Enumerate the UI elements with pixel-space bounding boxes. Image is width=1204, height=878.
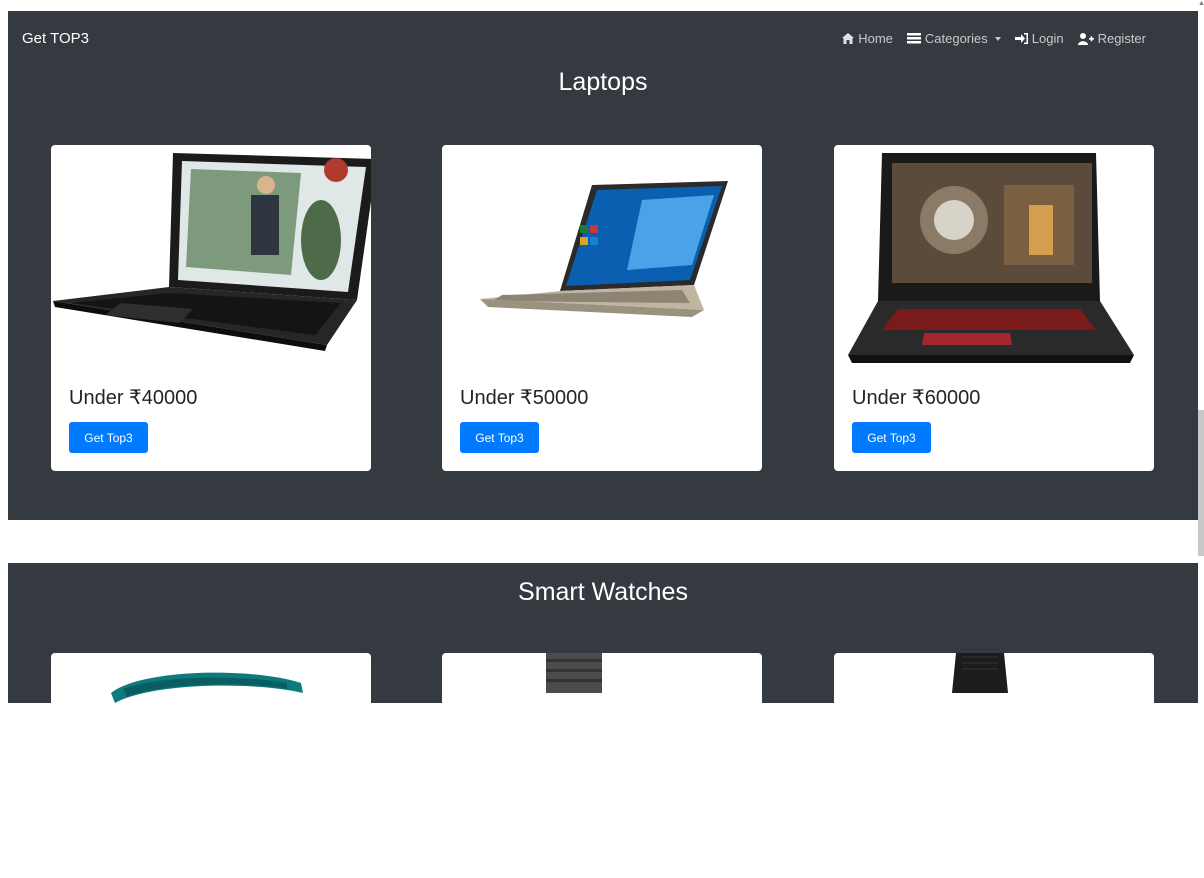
silver-laptop-image [480,181,728,317]
caret-down-icon [994,36,1001,41]
nav-login[interactable]: Login [1014,31,1064,46]
scroll-up-arrow[interactable]: ▲ [1198,0,1204,10]
nav-register-label: Register [1097,31,1146,46]
get-top3-button[interactable]: Get Top3 [460,422,539,453]
teal-band-image [111,672,303,703]
gaming-laptop-image [848,153,1134,363]
smart-watches-section: Smart Watches [8,563,1198,733]
nav-links: Home Categories Login Register [842,31,1146,46]
hp-laptop-image [53,153,371,351]
sign-in-icon [1014,33,1028,44]
laptops-section: Get TOP3 Home Categories Login Register … [8,11,1198,520]
nav-home[interactable]: Home [842,31,893,46]
nav-home-label: Home [858,31,893,46]
metal-watch-image [546,653,602,693]
nav-categories-label: Categories [924,31,988,46]
user-plus-icon [1077,32,1094,45]
scrollbar-thumb[interactable] [1198,410,1204,556]
section-title: Smart Watches [518,578,688,606]
product-card [51,653,371,733]
black-watch-image [952,653,1008,693]
home-icon [842,33,855,44]
product-card: Under ₹40000 Get Top3 [51,145,371,471]
navbar: Get TOP3 Home Categories Login Register [8,11,1198,67]
card-price: Under ₹50000 [460,387,589,409]
product-card [442,653,762,733]
nav-categories[interactable]: Categories [906,31,1001,46]
list-icon [906,33,921,44]
product-card: Under ₹50000 Get Top3 [442,145,762,471]
nav-login-label: Login [1031,31,1064,46]
product-card [834,653,1154,733]
section-title: Laptops [558,68,648,96]
card-price: Under ₹60000 [852,387,981,409]
card-price: Under ₹40000 [69,387,198,409]
get-top3-button[interactable]: Get Top3 [852,422,931,453]
product-card: Under ₹60000 Get Top3 [834,145,1154,471]
nav-register[interactable]: Register [1077,31,1146,46]
brand-link[interactable]: Get TOP3 [22,30,89,47]
top-strip [0,0,1204,11]
get-top3-button[interactable]: Get Top3 [69,422,148,453]
